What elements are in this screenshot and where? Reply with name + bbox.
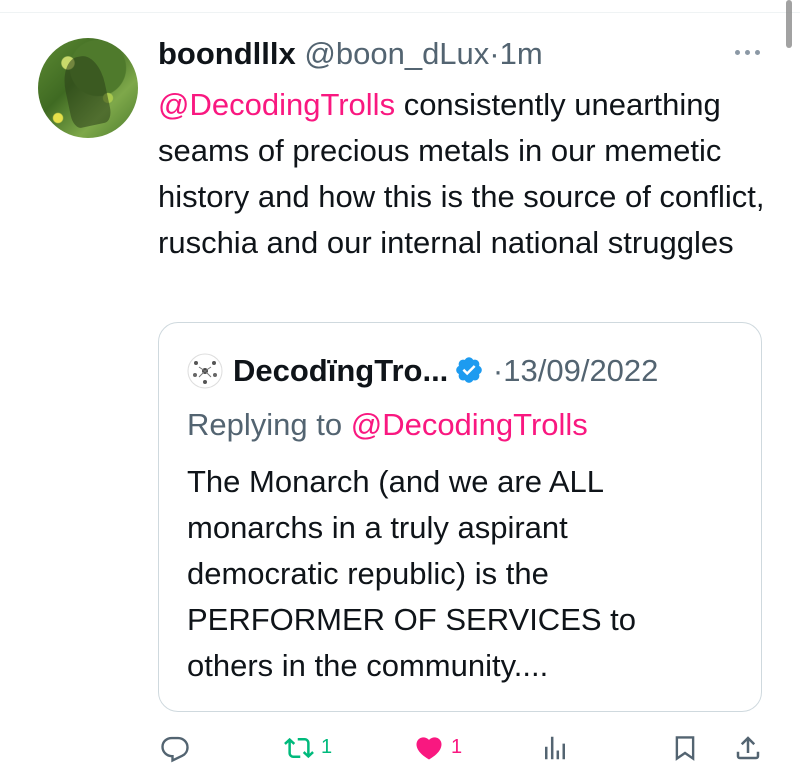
replying-to: Replying to @DecodingTrolls bbox=[187, 405, 588, 445]
author-handle[interactable]: @boon_dLux bbox=[304, 36, 489, 71]
like-count: 1 bbox=[451, 736, 463, 758]
timestamp[interactable]: 1m bbox=[500, 36, 543, 71]
bookmark-icon bbox=[675, 735, 695, 761]
quoted-date: 13/09/2022 bbox=[503, 353, 659, 388]
retweet-count: 1 bbox=[321, 736, 333, 758]
separator-dot: · bbox=[492, 353, 504, 388]
reply-button[interactable] bbox=[160, 725, 190, 770]
replying-prefix: Replying to bbox=[187, 407, 351, 442]
views-button[interactable] bbox=[540, 725, 570, 770]
author-name[interactable]: boondlllx bbox=[158, 36, 296, 71]
more-icon[interactable] bbox=[730, 40, 764, 64]
reply-icon bbox=[161, 736, 189, 762]
quoted-tweet[interactable]: DecodïngTro... ·13/09/2022 Replying to … bbox=[158, 322, 762, 712]
mention-link[interactable]: @DecodingTrolls bbox=[158, 87, 395, 122]
tweet-text: @DecodingTrolls consistently unearthing … bbox=[158, 82, 768, 266]
quoted-author-name[interactable]: DecodïngTro... bbox=[233, 353, 448, 388]
retweet-button[interactable]: 1 bbox=[283, 725, 332, 770]
quoted-header: DecodïngTro... ·13/09/2022 bbox=[233, 351, 658, 391]
like-button[interactable]: 1 bbox=[413, 725, 462, 770]
retweet-icon bbox=[284, 737, 314, 758]
quoted-avatar bbox=[187, 353, 223, 389]
bookmark-button[interactable] bbox=[670, 725, 700, 770]
replying-mention[interactable]: @DecodingTrolls bbox=[351, 407, 588, 442]
share-icon bbox=[736, 735, 760, 759]
separator-dot: · bbox=[489, 36, 500, 71]
verified-badge-icon bbox=[456, 357, 483, 383]
top-divider bbox=[0, 12, 800, 13]
scrollbar[interactable] bbox=[786, 0, 792, 48]
action-bar: 1 1 bbox=[0, 725, 800, 770]
quoted-text: The Monarch (and we are ALL monarchs in … bbox=[187, 464, 637, 683]
avatar-figure bbox=[59, 52, 113, 130]
views-bar-chart-icon bbox=[545, 736, 565, 759]
avatar[interactable] bbox=[38, 38, 138, 138]
tweet-header: boondlllx @boon_dLux·1m bbox=[158, 34, 543, 74]
heart-filled-icon bbox=[416, 736, 442, 759]
share-button[interactable] bbox=[733, 725, 763, 770]
